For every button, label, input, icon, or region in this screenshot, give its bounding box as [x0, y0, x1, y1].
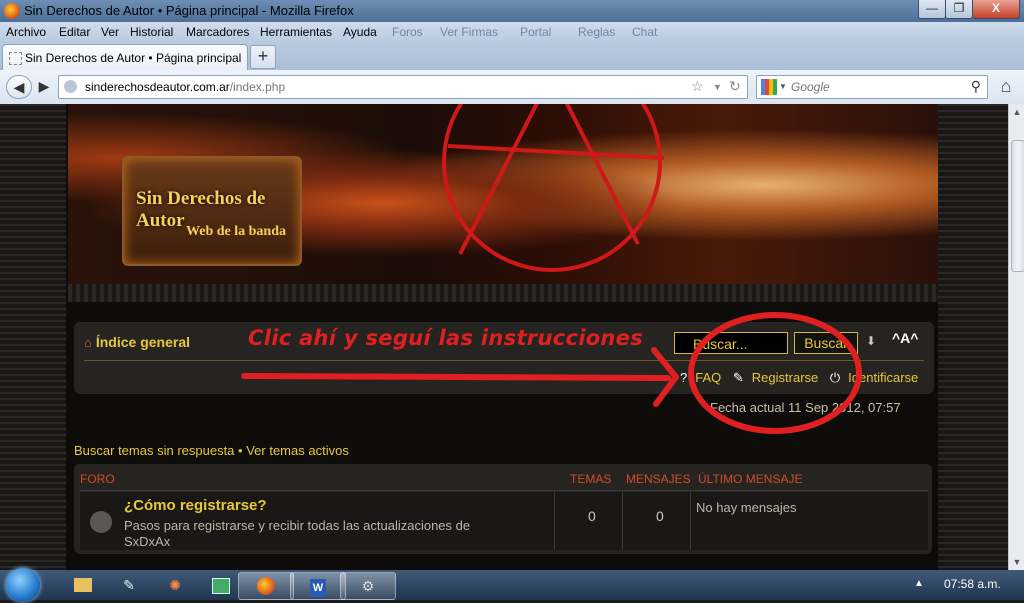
forum-search-button[interactable]: Buscar [794, 332, 858, 354]
board-index-label: Índice general [95, 334, 191, 350]
google-logo-icon [761, 79, 777, 95]
window-title: Sin Derechos de Autor • Página principal… [24, 3, 354, 18]
faq-link[interactable]: FAQ [695, 370, 721, 385]
navbar-divider [84, 360, 924, 361]
forum-description: Pasos para registrarse y recibir todas l… [124, 518, 471, 549]
search-icon[interactable]: ⚲ [971, 78, 981, 95]
firefox-logo-icon [4, 3, 20, 19]
bookmark-star-icon[interactable]: ☆ [691, 78, 704, 95]
menu-historial[interactable]: Historial [130, 25, 173, 39]
left-border-decoration [0, 104, 66, 570]
web-page: Sin Derechos de Autor Web de la banda ⌂ Í… [0, 104, 1008, 570]
site-logo-sign[interactable]: Sin Derechos de Autor Web de la banda [122, 156, 302, 266]
history-dropdown-icon[interactable]: ▼ [713, 82, 722, 92]
font-size-toggle[interactable]: ^A^ [892, 330, 918, 346]
tab-active[interactable]: Sin Derechos de Autor • Página principal [2, 44, 248, 71]
globe-icon [64, 80, 77, 93]
back-button[interactable]: ◀ [6, 75, 32, 99]
reload-icon[interactable]: ↻ [729, 78, 741, 95]
url-bar[interactable]: sinderechosdeautor.com.ar/index.php ☆ ▼ … [58, 75, 748, 99]
unanswered-topics-link[interactable]: Buscar temas sin respuesta [74, 443, 234, 458]
board-index-link[interactable]: ⌂ Índice general [84, 334, 190, 350]
minimize-button[interactable]: — [918, 0, 946, 19]
header-forum: FORO [80, 472, 115, 486]
header-last-post: ÚLTIMO MENSAJE [698, 472, 803, 486]
menu-herramientas[interactable]: Herramientas [260, 25, 332, 39]
scroll-up-arrow-icon[interactable]: ▲ [1009, 104, 1024, 120]
navigation-toolbar: ◀ ▶ sinderechosdeautor.com.ar/index.php … [0, 70, 1024, 105]
scroll-down-arrow-icon[interactable]: ▼ [1009, 554, 1024, 570]
banner-divider [68, 284, 938, 302]
menu-ayuda[interactable]: Ayuda [343, 25, 377, 39]
word-icon[interactable]: W [290, 572, 346, 600]
start-button[interactable] [6, 568, 40, 602]
maximize-button[interactable]: ❐ [945, 0, 973, 19]
firefox-taskbar-icon[interactable] [238, 572, 294, 600]
menu-marcadores[interactable]: Marcadores [186, 25, 249, 39]
register-link[interactable]: Registrarse [752, 370, 818, 385]
show-hidden-icons-icon[interactable]: ▲ [914, 578, 924, 589]
menu-ver[interactable]: Ver [101, 25, 119, 39]
menu-bar: Archivo Editar Ver Historial Marcadores … [0, 22, 1024, 42]
menu-archivo[interactable]: Archivo [6, 25, 46, 39]
register-icon: ✎ [732, 370, 744, 385]
new-tab-button[interactable]: + [250, 45, 276, 69]
faq-icon: ? [680, 370, 688, 385]
login-icon: ⏻ [829, 370, 841, 385]
faint-menu-item: Chat [632, 25, 658, 39]
cell-divider [554, 492, 555, 550]
vertical-scrollbar[interactable]: ▲ ▼ [1008, 104, 1024, 570]
search-placeholder: Google [791, 80, 830, 94]
site-subtitle: Web de la banda [186, 224, 286, 239]
annotation-text: Clic ahí y seguí las instrucciones [248, 326, 644, 350]
forum-search-input[interactable]: Buscar... [674, 332, 788, 354]
web-search-box[interactable]: ▼ Google ⚲ [756, 75, 988, 99]
faint-menu-item: Reglas [578, 25, 616, 39]
tab-bar: Sin Derechos de Autor • Página principal… [0, 42, 1024, 71]
faint-menu-item: Ver Firmas [440, 25, 499, 39]
posts-count: 0 [656, 508, 664, 524]
cell-divider [622, 492, 623, 550]
close-button[interactable]: X [972, 0, 1020, 19]
link-separator: • [238, 443, 243, 458]
favicon-icon [9, 52, 22, 65]
menu-editar[interactable]: Editar [59, 25, 90, 39]
home-icon: ⌂ [84, 335, 92, 350]
cell-divider [690, 492, 691, 550]
advanced-search-icon[interactable]: ⬇ [866, 334, 876, 348]
engine-dropdown-icon[interactable]: ▼ [779, 82, 787, 91]
forum-title-link[interactable]: ¿Cómo registrarse? [124, 497, 267, 514]
forum-read-icon [90, 511, 112, 533]
settings-icon[interactable]: ⚙ [340, 572, 396, 600]
forum-table: FORO TEMAS MENSAJES ÚLTIMO MENSAJE ¿Cómo… [74, 464, 932, 554]
forward-button[interactable]: ▶ [32, 75, 56, 97]
scroll-thumb[interactable] [1011, 140, 1024, 272]
faint-menu-item: Foros [392, 25, 423, 39]
header-divider [80, 490, 928, 491]
taskbar-clock[interactable]: 07:58 a.m. [944, 577, 1001, 591]
current-date: Fecha actual 11 Sep 2012, 07:57 [710, 400, 901, 415]
window-title-bar: Sin Derechos de Autor • Página principal… [0, 0, 1024, 22]
windows-taskbar: ✎ ✺ W ⚙ ▲ 07:58 a.m. [0, 568, 1024, 602]
tab-label: Sin Derechos de Autor • Página principal [25, 51, 242, 65]
url-host: sinderechosdeautor.com.ar [85, 80, 230, 94]
url-path: /index.php [229, 80, 286, 94]
header-topics: TEMAS [570, 472, 612, 486]
quick-links: Buscar temas sin respuesta • Ver temas a… [74, 443, 349, 458]
header-posts: MENSAJES [626, 472, 691, 486]
login-link[interactable]: Identificarse [848, 370, 918, 385]
right-border-decoration [938, 104, 1008, 570]
home-icon[interactable]: ⌂ [994, 75, 1018, 97]
table-row: ¿Cómo registrarse? Pasos para registrars… [80, 492, 928, 550]
last-post-info: No hay mensajes [696, 500, 797, 515]
active-topics-link[interactable]: Ver temas activos [246, 443, 349, 458]
topics-count: 0 [588, 508, 596, 524]
faint-menu-item: Portal [520, 25, 552, 39]
